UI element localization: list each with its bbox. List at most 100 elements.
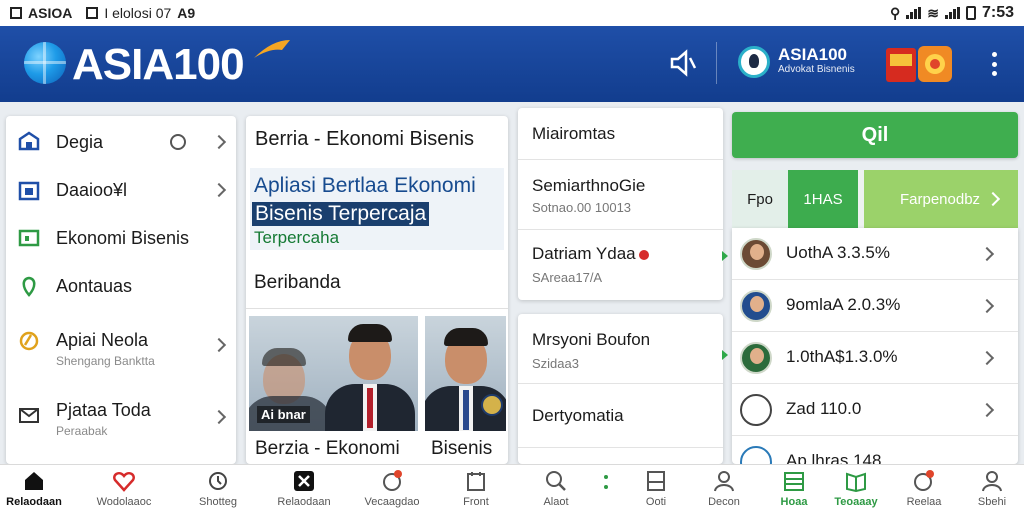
live-dot-icon bbox=[638, 249, 649, 260]
calendar-icon bbox=[18, 181, 40, 201]
status-left-text: ASIOA bbox=[28, 5, 73, 21]
person-icon bbox=[714, 471, 734, 492]
nav-label: Relaodaan bbox=[277, 496, 331, 508]
nav-gifts[interactable]: Vecaagdao bbox=[358, 465, 426, 512]
divider bbox=[246, 308, 508, 309]
sidebar-item-sub: Shengang Banktta bbox=[56, 354, 155, 368]
header-brand[interactable]: ASIA100 Advokat Bisnenis bbox=[778, 46, 855, 76]
nav-book[interactable]: Teoaaay bbox=[822, 465, 890, 512]
nav-notifications[interactable]: Reelaa bbox=[890, 465, 958, 512]
list-item[interactable]: SemiarthnoGie Sotnao.00 10013 bbox=[518, 160, 723, 230]
headline-line-1[interactable]: Apliasi Bertlaa Ekonomi bbox=[254, 174, 476, 198]
nav-x[interactable]: Relaodaan bbox=[270, 465, 338, 512]
battery-icon bbox=[965, 6, 976, 20]
nav-search[interactable]: Alaot bbox=[522, 465, 590, 512]
sidebar-item-sub: Peraabak bbox=[56, 424, 108, 438]
nav-label: Relaodaan bbox=[6, 496, 62, 508]
list-item[interactable]: Ap lhras 148 bbox=[732, 436, 1018, 464]
brand-subtitle: Advokat Bisnenis bbox=[778, 64, 855, 75]
more-menu-icon[interactable] bbox=[986, 50, 1002, 78]
tab-farpenodbz[interactable]: Farpenodbz bbox=[864, 170, 1018, 228]
tablet-icon bbox=[647, 471, 665, 491]
news-thumbnail-2[interactable] bbox=[425, 316, 506, 431]
sidebar-item-aontauas[interactable]: Aontauas bbox=[6, 262, 236, 310]
profile-avatar[interactable] bbox=[738, 46, 770, 78]
status-left-extra: A9 bbox=[177, 5, 196, 21]
nav-history[interactable]: Shotteg bbox=[184, 465, 252, 512]
nav-profile[interactable]: Sbehi bbox=[958, 465, 1024, 512]
tab-fpo[interactable]: Fpo bbox=[732, 170, 788, 228]
chevron-right-icon bbox=[211, 182, 227, 198]
speaker-icon[interactable] bbox=[668, 48, 698, 78]
sidebar-item-degia[interactable]: Degia bbox=[6, 118, 236, 166]
bell-icon bbox=[914, 470, 934, 491]
nav-label: Alaot bbox=[543, 496, 569, 508]
list-item-label: UothA 3.3.5% bbox=[786, 243, 890, 262]
list-item-label: Ap lhras 148 bbox=[786, 451, 882, 464]
emblem-icon bbox=[481, 394, 503, 416]
nav-person[interactable]: Decon bbox=[690, 465, 758, 512]
swoosh-logo-icon bbox=[254, 40, 290, 58]
sun-icon bbox=[19, 331, 39, 351]
thumbnail-tag: Ai bnar bbox=[257, 406, 310, 423]
list-item[interactable]: UothA 3.3.5% bbox=[732, 228, 1018, 280]
chevron-right-icon bbox=[979, 402, 995, 418]
nav-label: Vecaagdao bbox=[364, 496, 420, 508]
signal-icon bbox=[906, 7, 922, 19]
app-logo[interactable]: ASIA100 bbox=[72, 40, 245, 90]
nav-home[interactable]: Relaodaan bbox=[0, 465, 68, 512]
sidebar-item-ekonomi[interactable]: Ekonomi Bisenis bbox=[6, 214, 236, 262]
person-outline-icon bbox=[740, 394, 772, 426]
list-item[interactable]: Mrsyoni Boufon Szidaa3 bbox=[518, 314, 723, 384]
home-icon bbox=[25, 472, 43, 490]
list-item-title: SemiarthnoGie bbox=[532, 176, 646, 195]
topics-panel: Mrsyoni Boufon Szidaa3 Dertyomatia bbox=[518, 314, 723, 464]
market-header-text: Miairomtas bbox=[532, 124, 616, 143]
news-thumbnail-1[interactable]: Ai bnar bbox=[249, 316, 418, 431]
list-item-label: 1.0thA$1.3.0% bbox=[786, 347, 898, 366]
profile-list: UothA 3.3.5% 9omlaA 2.0.3% 1.0thA$1.3.0%… bbox=[732, 228, 1018, 464]
headline-line-2[interactable]: Bisenis Terpercaja bbox=[252, 202, 430, 226]
expand-arrow-icon[interactable] bbox=[722, 350, 728, 360]
clock-icon bbox=[209, 472, 227, 490]
list-icon bbox=[467, 472, 485, 491]
news-panel: Berria - Ekonomi Bisenis Apliasi Bertlaa… bbox=[246, 116, 508, 464]
wifi-icon: ≋ bbox=[927, 4, 939, 21]
tab-bar: Fpo 1HAS Farpenodbz bbox=[732, 170, 1018, 228]
chevron-right-icon bbox=[211, 134, 227, 150]
sidebar-item-label: Pjataa Toda bbox=[56, 400, 151, 420]
nav-label: Wodolaaoc bbox=[96, 496, 152, 508]
market-panel: Miairomtas SemiarthnoGie Sotnao.00 10013… bbox=[518, 108, 723, 300]
avatar bbox=[740, 290, 772, 322]
list-item-title: Mrsyoni Boufon bbox=[532, 330, 651, 349]
expand-arrow-icon[interactable] bbox=[722, 251, 728, 261]
sidebar-item-daaioo[interactable]: Daaioo¥l bbox=[6, 166, 236, 214]
chevron-right-icon bbox=[211, 409, 227, 425]
sidebar-item-apiai[interactable]: Apiai Neola Shengang Banktta bbox=[6, 316, 236, 370]
primary-action-button[interactable]: Qil bbox=[732, 112, 1018, 158]
tab-1has[interactable]: 1HAS bbox=[788, 170, 858, 228]
news-title: Berria - Ekonomi Bisenis bbox=[255, 128, 474, 150]
brand-title: ASIA100 bbox=[778, 45, 847, 64]
app-header: ASIA100 ASIA100 Advokat Bisnenis bbox=[0, 26, 1024, 102]
list-item[interactable]: Dertyomatia bbox=[518, 384, 723, 448]
promo-badge-icon[interactable] bbox=[884, 44, 956, 84]
nav-device[interactable]: Ooti bbox=[622, 465, 690, 512]
list-item[interactable]: 1.0thA$1.3.0% bbox=[732, 332, 1018, 384]
list-item[interactable]: Zad 110.0 bbox=[732, 384, 1018, 436]
news-caption-1[interactable]: Berzia - Ekonomi bbox=[255, 438, 400, 460]
nav-front[interactable]: Front bbox=[442, 465, 510, 512]
section-title: Beribanda bbox=[254, 272, 341, 293]
list-item[interactable]: Datriam Ydaa SAreaa17/A bbox=[518, 230, 723, 300]
nav-label: Teoaaay bbox=[834, 496, 878, 508]
nav-favorites[interactable]: Wodolaaoc bbox=[90, 465, 158, 512]
nav-label: Front bbox=[463, 496, 489, 508]
list-item[interactable]: 9omlaA 2.0.3% bbox=[732, 280, 1018, 332]
news-caption-2[interactable]: Bisenis bbox=[431, 438, 492, 460]
sidebar-item-pjataa[interactable]: Pjataa Toda Peraabak bbox=[6, 388, 236, 442]
radio-toggle[interactable] bbox=[170, 134, 186, 150]
chevron-right-icon bbox=[979, 350, 995, 366]
nav-label: Decon bbox=[708, 496, 740, 508]
nav-ledger[interactable]: Hoaa bbox=[760, 465, 828, 512]
x-icon bbox=[294, 471, 314, 491]
